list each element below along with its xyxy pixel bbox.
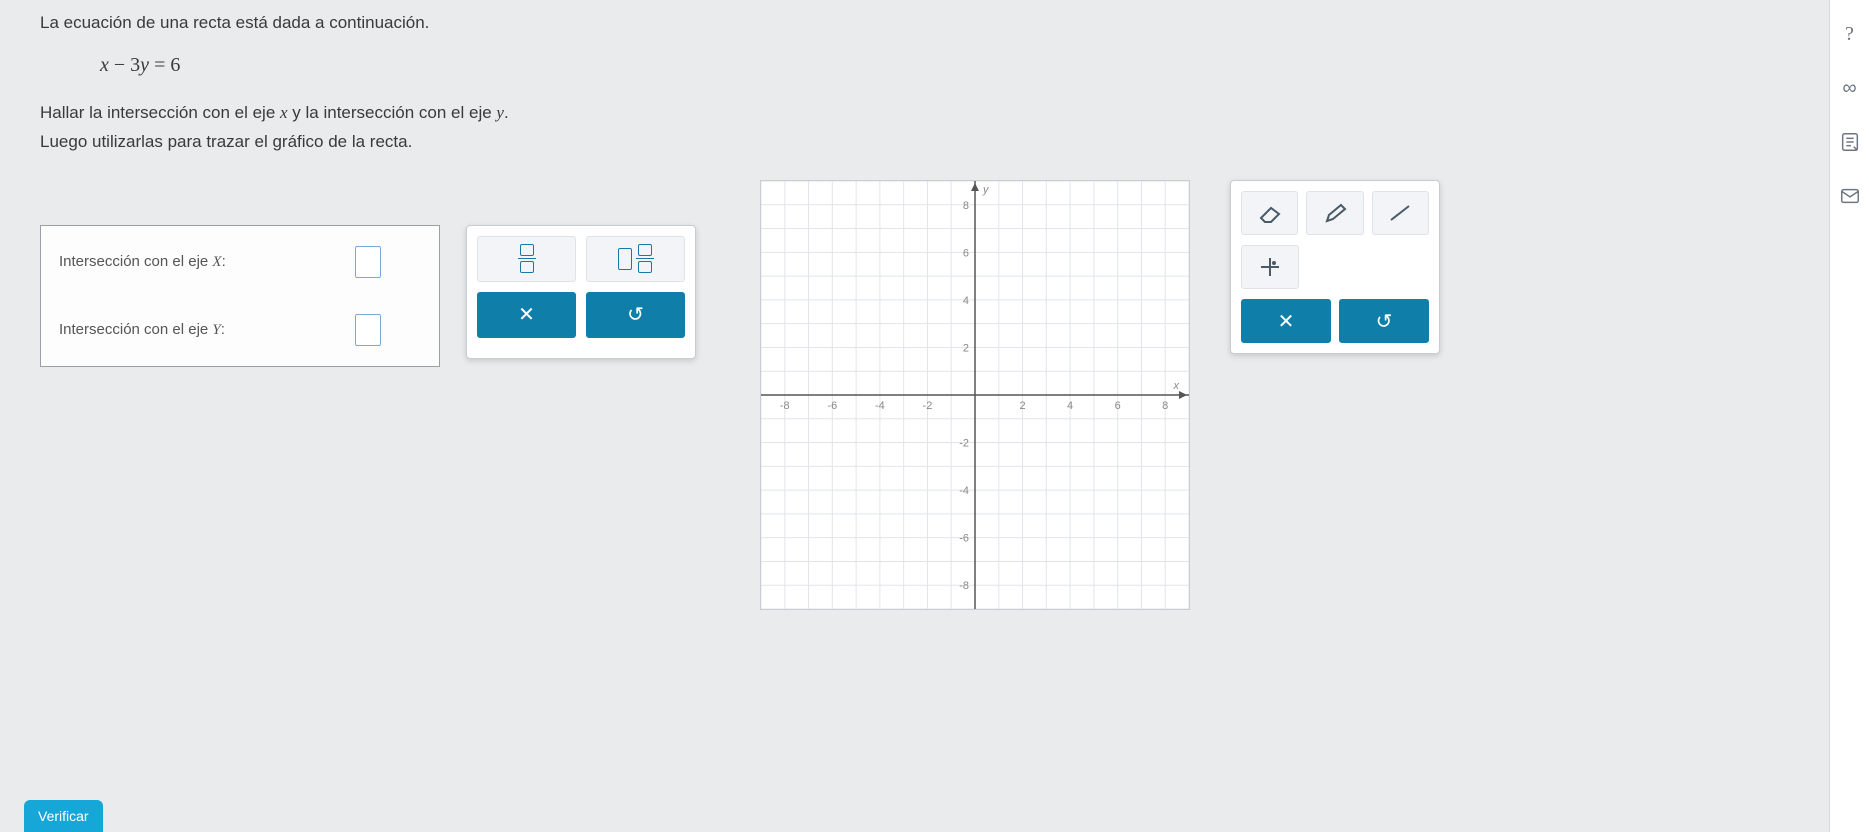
equation-var-y: y: [140, 54, 149, 76]
x-intercept-label-var: X: [212, 254, 221, 270]
close-icon: ✕: [518, 302, 535, 327]
svg-text:2: 2: [963, 342, 969, 354]
undo-icon: ↺: [627, 302, 644, 327]
infinity-icon: ∞: [1842, 77, 1856, 100]
svg-text:-6: -6: [827, 400, 837, 412]
mixed-number-icon: [618, 244, 654, 273]
fraction-icon: [518, 244, 536, 273]
mixed-number-button[interactable]: [586, 236, 685, 282]
problem-line-2-var-x: x: [280, 103, 288, 122]
problem-line-1: La ecuación de una recta está dada a con…: [40, 10, 1809, 36]
mail-icon: [1839, 185, 1861, 207]
svg-text:-8: -8: [959, 580, 969, 592]
problem-line-2c: .: [504, 103, 509, 122]
y-intercept-label-var: Y: [212, 322, 220, 338]
problem-line-2a: Hallar la intersección con el eje: [40, 103, 280, 122]
line-tool-button[interactable]: [1372, 191, 1429, 235]
equation: x − 3y = 6: [100, 50, 1809, 80]
x-intercept-label-a: Intersección con el eje: [59, 253, 212, 270]
pencil-icon: [1322, 202, 1348, 224]
svg-text:6: 6: [963, 247, 969, 259]
graph-clear-button[interactable]: ✕: [1241, 299, 1331, 343]
clear-button[interactable]: ✕: [477, 292, 576, 338]
y-intercept-label-a: Intersección con el eje: [59, 321, 212, 338]
svg-text:-4: -4: [959, 485, 969, 497]
y-intercept-input[interactable]: [355, 314, 381, 346]
problem-line-2b: y la intersección con el eje: [288, 103, 497, 122]
graph-panel[interactable]: -8-6-4-22468-8-6-4-22468xy: [760, 180, 1190, 610]
problem-line-2: Hallar la intersección con el eje x y la…: [40, 100, 1809, 126]
eraser-tool-button[interactable]: [1241, 191, 1298, 235]
coordinate-grid: -8-6-4-22468-8-6-4-22468xy: [761, 181, 1189, 609]
svg-text:-2: -2: [923, 400, 933, 412]
svg-text:y: y: [982, 184, 990, 196]
svg-text:-8: -8: [780, 400, 790, 412]
graph-undo-button[interactable]: ↺: [1339, 299, 1429, 343]
verify-button[interactable]: Verificar: [24, 800, 103, 832]
answer-box: Intersección con el eje X: Intersección …: [40, 225, 440, 367]
x-intercept-label-b: :: [222, 253, 226, 270]
equation-mid: − 3: [109, 54, 140, 76]
y-intercept-label: Intersección con el eje Y:: [59, 321, 225, 339]
svg-text:x: x: [1173, 380, 1180, 392]
svg-text:4: 4: [963, 295, 969, 307]
help-button[interactable]: ?: [1836, 20, 1864, 48]
point-grid-tool-button[interactable]: [1241, 245, 1299, 289]
pencil-tool-button[interactable]: [1306, 191, 1363, 235]
svg-text:6: 6: [1115, 400, 1121, 412]
keypad: ✕ ↺: [466, 225, 696, 359]
equation-var-x: x: [100, 54, 109, 76]
right-sidebar: ? ∞: [1829, 0, 1869, 832]
undo-button[interactable]: ↺: [586, 292, 685, 338]
equation-rhs: = 6: [149, 54, 180, 76]
svg-text:2: 2: [1020, 400, 1026, 412]
notes-button[interactable]: [1836, 128, 1864, 156]
close-icon: ✕: [1278, 309, 1295, 334]
problem-line-2-var-y: y: [496, 103, 504, 122]
mail-button[interactable]: [1836, 182, 1864, 210]
line-icon: [1387, 202, 1413, 224]
undo-icon: ↺: [1376, 309, 1393, 334]
y-intercept-row: Intersección con el eje Y:: [59, 314, 421, 346]
svg-text:-4: -4: [875, 400, 885, 412]
eraser-icon: [1257, 202, 1283, 224]
fraction-button[interactable]: [477, 236, 576, 282]
problem-line-3: Luego utilizarlas para trazar el gráfico…: [40, 129, 1809, 155]
graph-toolbox: ✕ ↺: [1230, 180, 1440, 354]
y-intercept-label-b: :: [221, 321, 225, 338]
svg-text:-2: -2: [959, 438, 969, 450]
infinity-button[interactable]: ∞: [1836, 74, 1864, 102]
svg-text:8: 8: [1162, 400, 1168, 412]
svg-text:8: 8: [963, 200, 969, 212]
point-grid-icon: [1258, 255, 1282, 279]
help-icon: ?: [1845, 23, 1854, 46]
x-intercept-label: Intersección con el eje X:: [59, 253, 226, 271]
svg-text:-6: -6: [959, 533, 969, 545]
x-intercept-input[interactable]: [355, 246, 381, 278]
x-intercept-row: Intersección con el eje X:: [59, 246, 421, 278]
notes-icon: [1839, 131, 1861, 153]
svg-text:4: 4: [1067, 400, 1073, 412]
